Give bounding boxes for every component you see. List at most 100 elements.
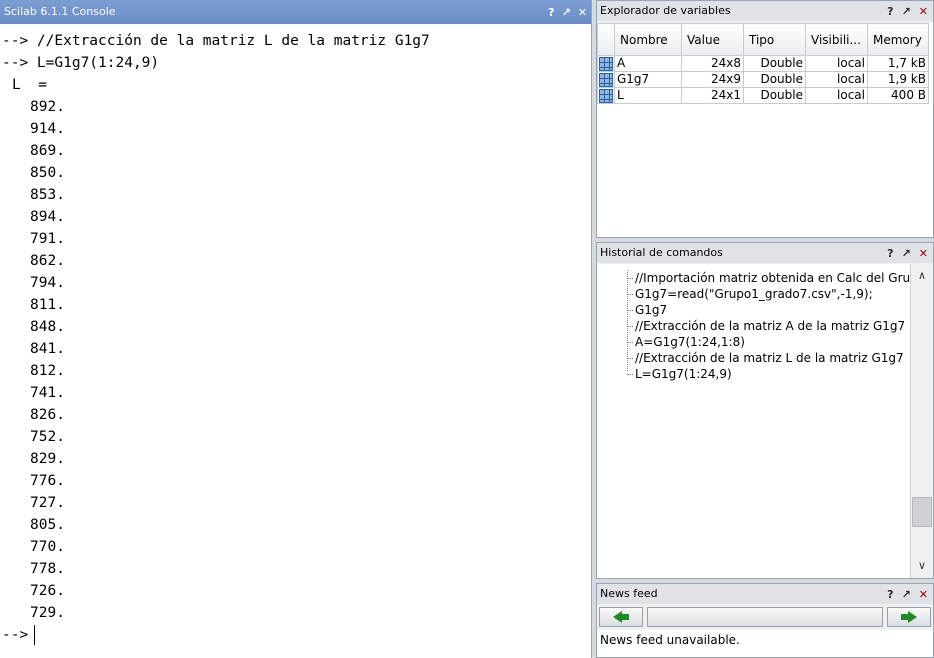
variable-browser-panel: Explorador de variables ? ↗ ✕ Nombre Val…	[596, 0, 934, 238]
variable-name: L	[614, 87, 682, 104]
news-feed-title-bar: News feed ? ↗ ✕	[597, 584, 933, 604]
news-feed-message: News feed unavailable.	[600, 633, 740, 647]
text-cursor	[34, 625, 36, 645]
variable-value: 24x1	[681, 87, 744, 104]
console-command: --> //Extracción de la matriz L de la ma…	[2, 33, 430, 49]
history-item-text: L=G1g7(1:24,9)	[635, 367, 732, 381]
matrix-icon	[599, 56, 613, 71]
console-values: 892. 914. 869. 850. 853. 894. 791. 862. 794. 811.…	[0, 96, 591, 624]
history-item[interactable]: //Extracción de la matriz L de la matriz…	[625, 350, 904, 366]
undock-icon[interactable]: ↗	[562, 7, 571, 18]
history-item-text: //Extracción de la matriz A de la matriz…	[635, 319, 906, 333]
console-value-line: 727.	[30, 495, 65, 511]
variable-icon-cell	[597, 87, 615, 104]
arrow-right-icon	[901, 611, 917, 623]
console-value-line: 826.	[30, 407, 65, 423]
console-value-line: 829.	[30, 451, 65, 467]
undock-icon[interactable]: ↗	[902, 6, 911, 17]
variable-icon-cell	[597, 71, 615, 88]
console-value-line: 862.	[30, 253, 65, 269]
variable-browser-title-buttons: ? ↗ ✕	[887, 1, 928, 21]
console-value-line: 853.	[30, 187, 65, 203]
variable-table-area: Nombre Value Tipo Visibili... Memory A 24…	[597, 23, 933, 237]
column-header-memory[interactable]: Memory	[867, 23, 929, 56]
history-item[interactable]: //Importación matriz obtenida en Calc de…	[625, 270, 925, 286]
variable-memory: 400 B	[867, 87, 929, 104]
console-value-line: 778.	[30, 561, 65, 577]
command-history-panel: Historial de comandos ? ↗ ✕ //Importació…	[596, 242, 934, 579]
variable-visibility: local	[805, 87, 868, 104]
column-header-visibility[interactable]: Visibili...	[805, 23, 868, 56]
variable-table-body: A 24x8 Double local 1,7 kB G1g7 24x9 Double loca…	[597, 55, 929, 104]
column-header-tipo[interactable]: Tipo	[743, 23, 806, 56]
command-history-list[interactable]: //Importación matriz obtenida en Calc de…	[597, 264, 933, 578]
history-scrollbar[interactable]: ∧ ∨	[910, 264, 933, 578]
console-value-line: 811.	[30, 297, 65, 313]
variable-name: G1g7	[614, 71, 682, 88]
news-next-button[interactable]	[887, 607, 931, 627]
undock-icon[interactable]: ↗	[902, 248, 911, 259]
history-item[interactable]: G1g7=read("Grupo1_grado7.csv",-1,9);	[625, 286, 873, 302]
history-item-text: A=G1g7(1:24,1:8)	[635, 335, 745, 349]
console-result-header: L =	[12, 77, 47, 93]
history-item[interactable]: A=G1g7(1:24,1:8)	[625, 334, 745, 350]
close-icon[interactable]: ✕	[919, 248, 928, 259]
console-value-line: 770.	[30, 539, 65, 555]
history-item-text: G1g7	[635, 303, 668, 317]
variable-table: Nombre Value Tipo Visibili... Memory A 24…	[597, 23, 929, 104]
news-feed-status-bar	[647, 607, 883, 627]
console-value-line: 776.	[30, 473, 65, 489]
close-icon[interactable]: ✕	[578, 7, 587, 18]
help-icon[interactable]: ?	[887, 248, 893, 259]
console-value-line: 794.	[30, 275, 65, 291]
close-icon[interactable]: ✕	[919, 589, 928, 600]
scroll-down-icon[interactable]: ∨	[911, 557, 933, 575]
history-item-text: //Importación matriz obtenida en Calc de…	[635, 271, 926, 285]
variable-icon-cell	[597, 55, 615, 72]
scrollbar-thumb[interactable]	[912, 497, 932, 527]
news-feed-content: News feed unavailable.	[597, 630, 933, 657]
console-value-line: 752.	[30, 429, 65, 445]
console-value-line: 726.	[30, 583, 65, 599]
variable-type: Double	[743, 71, 806, 88]
icon-column-header	[597, 23, 615, 56]
news-previous-button[interactable]	[599, 607, 643, 627]
matrix-icon	[599, 72, 613, 87]
console-title-bar: Scilab 6.1.1 Console ? ↗ ✕	[0, 0, 591, 24]
console-prompt-line[interactable]: -->	[0, 624, 591, 646]
command-history-title: Historial de comandos	[600, 246, 723, 259]
variable-visibility: local	[805, 71, 868, 88]
news-feed-title-buttons: ? ↗ ✕	[887, 584, 928, 604]
column-header-value[interactable]: Value	[681, 23, 744, 56]
variable-type: Double	[743, 55, 806, 72]
variable-table-header: Nombre Value Tipo Visibili... Memory	[597, 23, 929, 56]
console-output[interactable]: --> //Extracción de la matriz L de la ma…	[0, 30, 591, 658]
arrow-left-icon	[613, 611, 629, 623]
variable-row[interactable]: L 24x1 Double local 400 B	[597, 87, 929, 104]
column-header-nombre[interactable]: Nombre	[614, 23, 682, 56]
console-value-line: 729.	[30, 605, 65, 621]
scroll-up-icon[interactable]: ∧	[911, 267, 933, 285]
variable-name: A	[614, 55, 682, 72]
history-item-text: //Extracción de la matriz L de la matriz…	[635, 351, 904, 365]
console-value-line: 848.	[30, 319, 65, 335]
variable-row[interactable]: A 24x8 Double local 1,7 kB	[597, 55, 929, 72]
console-value-line: 850.	[30, 165, 65, 181]
console-value-line: 791.	[30, 231, 65, 247]
console-prompt: -->	[2, 627, 29, 643]
close-icon[interactable]: ✕	[919, 6, 928, 17]
history-item[interactable]: //Extracción de la matriz A de la matriz…	[625, 318, 905, 334]
undock-icon[interactable]: ↗	[902, 589, 911, 600]
help-icon[interactable]: ?	[887, 6, 893, 17]
variable-row[interactable]: G1g7 24x9 Double local 1,9 kB	[597, 71, 929, 88]
history-item[interactable]: G1g7	[625, 302, 667, 318]
help-icon[interactable]: ?	[548, 7, 554, 18]
help-icon[interactable]: ?	[887, 589, 893, 600]
variable-visibility: local	[805, 55, 868, 72]
console-value-line: 894.	[30, 209, 65, 225]
history-item[interactable]: L=G1g7(1:24,9)	[625, 366, 732, 382]
news-feed-panel: News feed ? ↗ ✕ News feed unavailable.	[596, 583, 934, 658]
console-value-line: 805.	[30, 517, 65, 533]
console-value-line: 812.	[30, 363, 65, 379]
variable-value: 24x9	[681, 71, 744, 88]
